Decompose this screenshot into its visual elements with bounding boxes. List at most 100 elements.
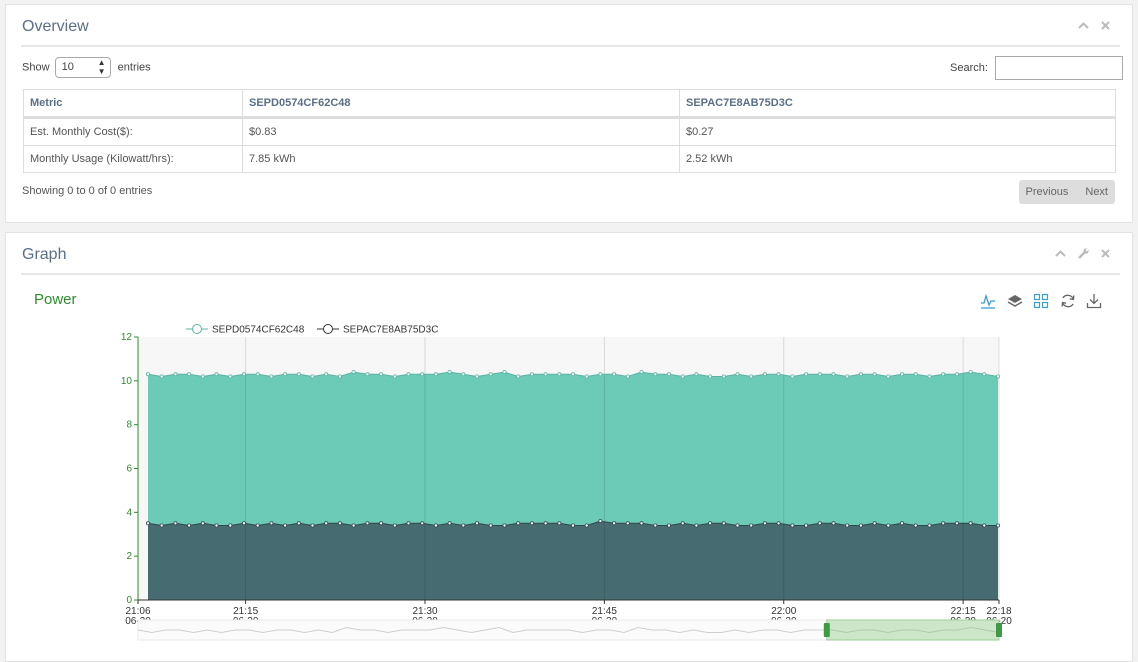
table-row: Monthly Usage (Kilowatt/hrs): 7.85 kWh 2… (23, 145, 1116, 173)
data-point (872, 521, 877, 526)
data-point (831, 372, 836, 377)
download-icon[interactable] (1086, 293, 1102, 309)
data-point (324, 521, 329, 526)
data-point (214, 372, 219, 377)
previous-button[interactable]: Previous (1019, 180, 1076, 204)
data-point (392, 374, 397, 379)
data-point (571, 372, 576, 377)
search-control: Search: (950, 56, 1127, 80)
overview-title: Overview (22, 18, 89, 35)
graph-panel: Graph 21:0606-2021:1506-2021:3006-2021:4… (5, 232, 1133, 662)
data-point (447, 521, 452, 526)
data-point (241, 372, 246, 377)
table-cell: $0.27 (679, 117, 1116, 146)
data-point (968, 521, 973, 526)
data-point (420, 521, 425, 526)
data-point (858, 372, 863, 377)
data-point (735, 372, 740, 377)
data-point (447, 370, 452, 375)
data-point (283, 372, 288, 377)
data-point (255, 372, 260, 377)
y-tick-label: 4 (126, 507, 132, 518)
y-tick-label: 10 (121, 376, 133, 387)
data-point (173, 372, 178, 377)
data-point (886, 374, 891, 379)
data-point (406, 372, 411, 377)
close-icon[interactable] (1099, 19, 1112, 32)
search-input[interactable] (995, 56, 1123, 80)
y-tick-label: 2 (126, 551, 132, 562)
data-point (845, 523, 850, 528)
data-point (584, 523, 589, 528)
data-point (351, 523, 356, 528)
header-device-1[interactable]: SEPD0574CF62C48 (242, 89, 680, 119)
data-point (433, 523, 438, 528)
data-point (927, 374, 932, 379)
refresh-icon[interactable] (1060, 293, 1076, 309)
data-point (680, 374, 685, 379)
search-label: Search: (950, 62, 988, 74)
data-point (365, 372, 370, 377)
data-point (200, 374, 205, 379)
entries-label: entries (117, 61, 151, 74)
data-point (996, 374, 1001, 379)
data-point (543, 521, 548, 526)
header-metric[interactable]: Metric (23, 89, 243, 119)
data-point (941, 372, 946, 377)
data-point (968, 370, 973, 375)
data-point (721, 374, 726, 379)
table-cell: 2.52 kWh (679, 145, 1116, 173)
header-device-2[interactable]: SEPAC7E8AB75D3C (679, 89, 1116, 119)
data-point (269, 374, 274, 379)
data-point (721, 521, 726, 526)
data-point (886, 523, 891, 528)
chevron-up-icon[interactable] (1077, 19, 1090, 32)
data-point (708, 374, 713, 379)
overview-panel: Overview Show 10 ▲ ▼ entries Search: Metr… (5, 4, 1133, 223)
data-point (598, 519, 603, 524)
data-point (337, 521, 342, 526)
tiled-icon[interactable] (1033, 293, 1049, 309)
power-chart[interactable]: 21:0606-2021:1506-2021:3006-2021:4506-20… (6, 233, 1132, 661)
data-point (474, 374, 479, 379)
data-point (653, 372, 658, 377)
data-point (982, 372, 987, 377)
data-point (749, 523, 754, 528)
data-point (379, 372, 384, 377)
data-point (187, 523, 192, 528)
data-point (639, 370, 644, 375)
data-point (831, 521, 836, 526)
data-point (529, 372, 534, 377)
data-point (214, 523, 219, 528)
series-area-1 (148, 521, 998, 600)
table-row: Est. Monthly Cost($): $0.83 $0.27 (23, 117, 1116, 146)
data-point (625, 374, 630, 379)
data-point (694, 523, 699, 528)
entries-select[interactable]: 10 ▲ ▼ (54, 57, 111, 78)
data-point (584, 374, 589, 379)
data-point (900, 521, 905, 526)
data-point (858, 523, 863, 528)
data-point (420, 372, 425, 377)
line-chart-icon[interactable] (980, 293, 996, 309)
data-point (625, 521, 630, 526)
chart-toolbox (974, 293, 1102, 314)
entries-value: 10 (61, 61, 74, 73)
data-point (680, 521, 685, 526)
data-point (913, 372, 918, 377)
data-point (762, 521, 767, 526)
zoom-handle-left[interactable] (823, 623, 830, 637)
data-point (488, 372, 493, 377)
data-point (776, 372, 781, 377)
data-point (667, 523, 672, 528)
data-point (187, 372, 192, 377)
zoom-handle-right[interactable] (996, 623, 1002, 637)
data-point (200, 521, 205, 526)
data-point (296, 372, 301, 377)
next-button[interactable]: Next (1078, 180, 1115, 204)
data-point (941, 521, 946, 526)
data-point (502, 370, 507, 375)
stack-icon[interactable] (1007, 293, 1023, 309)
y-tick-label: 8 (126, 420, 132, 431)
select-arrows-icon: ▲ ▼ (97, 58, 106, 76)
